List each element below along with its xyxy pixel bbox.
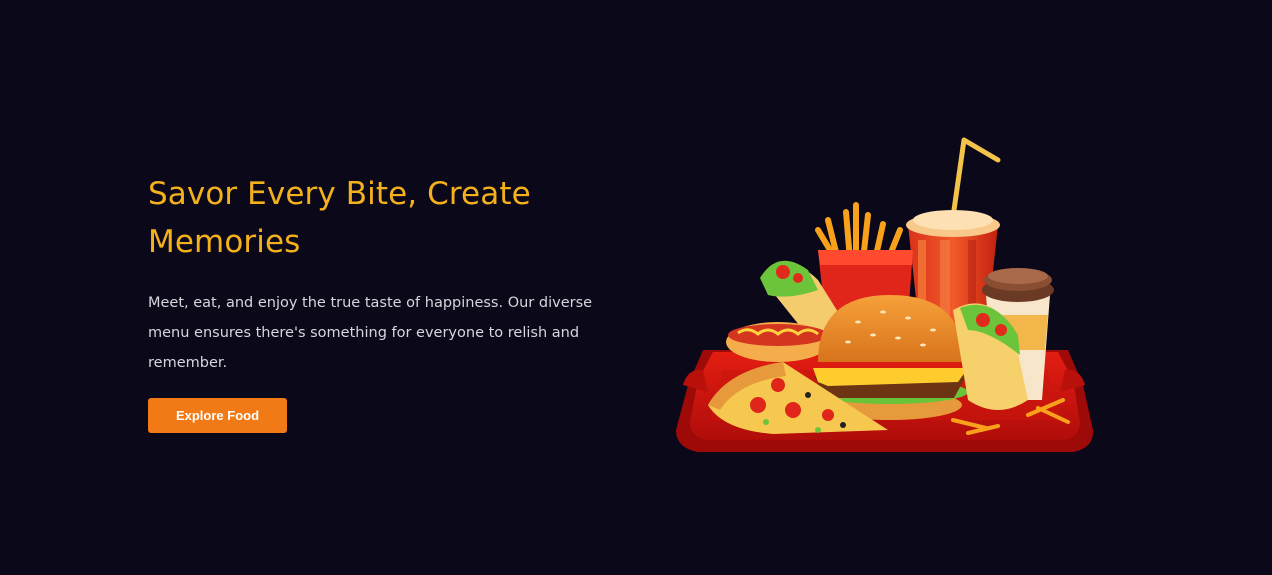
straw-icon [951,137,1001,213]
food-tray-illustration [676,137,1094,452]
hero-section: Savor Every Bite, Create Memories Meet, … [0,0,1272,575]
hero-title: Savor Every Bite, Create Memories [148,176,531,260]
explore-food-button[interactable]: Explore Food [148,398,287,433]
hero-text-block: Savor Every Bite, Create Memories Meet, … [148,170,618,378]
hotdog-icon [726,322,830,362]
hero-description: Meet, eat, and enjoy the true taste of h… [148,295,593,371]
